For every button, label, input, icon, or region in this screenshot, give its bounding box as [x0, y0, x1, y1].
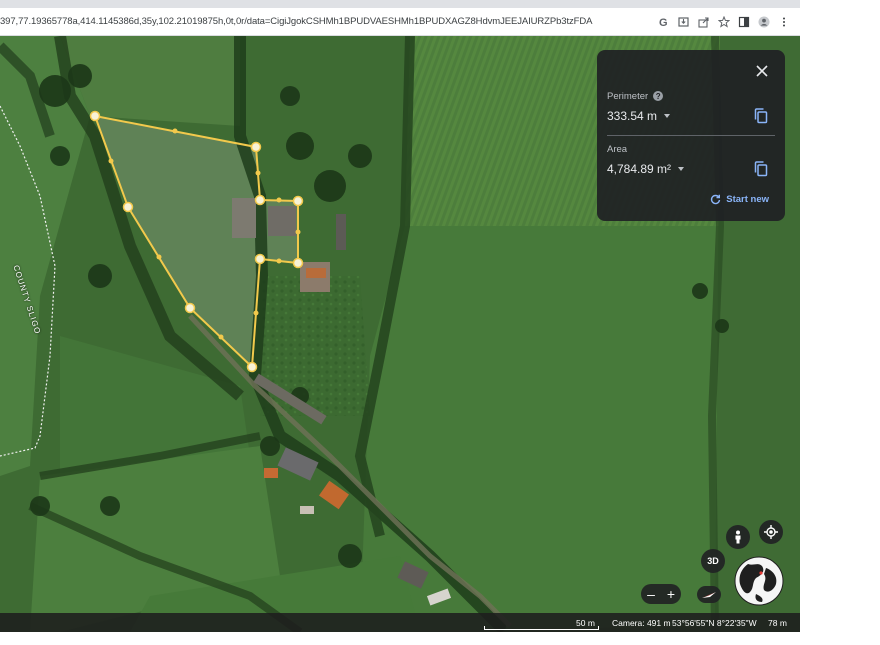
- globe-view-icon[interactable]: [734, 556, 784, 606]
- status-bar: 50 m Camera: 491 m 53°56'55"N 8°22'35"W …: [0, 613, 800, 632]
- sidebar-icon[interactable]: [734, 12, 754, 32]
- measure-panel: Perimeter? 333.54 m Area 4,784.89 m² Sta…: [597, 50, 785, 221]
- zoom-out-icon[interactable]: –: [641, 584, 661, 604]
- my-location-icon[interactable]: [759, 520, 783, 544]
- url-text[interactable]: 397,77.19365778a,414.1145386d,35y,102.21…: [0, 16, 592, 27]
- address-bar[interactable]: 397,77.19365778a,414.1145386d,35y,102.21…: [0, 8, 800, 36]
- scale-label: 50 m: [576, 618, 595, 628]
- area-value-text: 4,784.89 m²: [607, 162, 672, 176]
- share-icon[interactable]: [694, 12, 714, 32]
- zoom-control: – +: [641, 584, 681, 604]
- area-label: Area: [607, 144, 628, 155]
- star-icon[interactable]: [714, 12, 734, 32]
- menu-icon[interactable]: [774, 12, 794, 32]
- profile-icon[interactable]: [754, 12, 774, 32]
- zoom-in-icon[interactable]: +: [661, 584, 681, 604]
- panel-divider: [607, 135, 775, 136]
- copy-area-icon[interactable]: [754, 161, 768, 177]
- 3d-toggle-button[interactable]: 3D: [701, 549, 725, 573]
- start-new-label: Start new: [726, 194, 769, 205]
- camera-altitude: Camera: 491 m: [612, 618, 671, 628]
- copy-perimeter-icon[interactable]: [754, 108, 768, 124]
- browser-tab-strip: [0, 0, 800, 8]
- svg-text:G: G: [659, 17, 668, 28]
- chevron-down-icon[interactable]: [664, 114, 671, 118]
- install-icon[interactable]: [674, 12, 694, 32]
- perimeter-value-text: 333.54 m: [607, 109, 658, 123]
- refresh-icon: [711, 194, 721, 205]
- perimeter-label-text: Perimeter: [607, 91, 649, 102]
- area-value[interactable]: 4,784.89 m²: [607, 162, 685, 176]
- elevation: 78 m: [768, 618, 787, 628]
- start-new-button[interactable]: Start new: [710, 194, 769, 205]
- coordinates: 53°56'55"N 8°22'35"W: [672, 618, 757, 628]
- pegman-icon[interactable]: [726, 525, 750, 549]
- compass-icon[interactable]: [697, 586, 721, 603]
- address-bar-actions: G: [654, 12, 794, 32]
- perimeter-label: Perimeter?: [607, 91, 664, 102]
- help-icon[interactable]: ?: [653, 91, 664, 102]
- chevron-down-icon[interactable]: [678, 167, 685, 171]
- perimeter-value[interactable]: 333.54 m: [607, 109, 671, 123]
- google-lens-icon[interactable]: G: [654, 12, 674, 32]
- close-icon[interactable]: [753, 62, 771, 80]
